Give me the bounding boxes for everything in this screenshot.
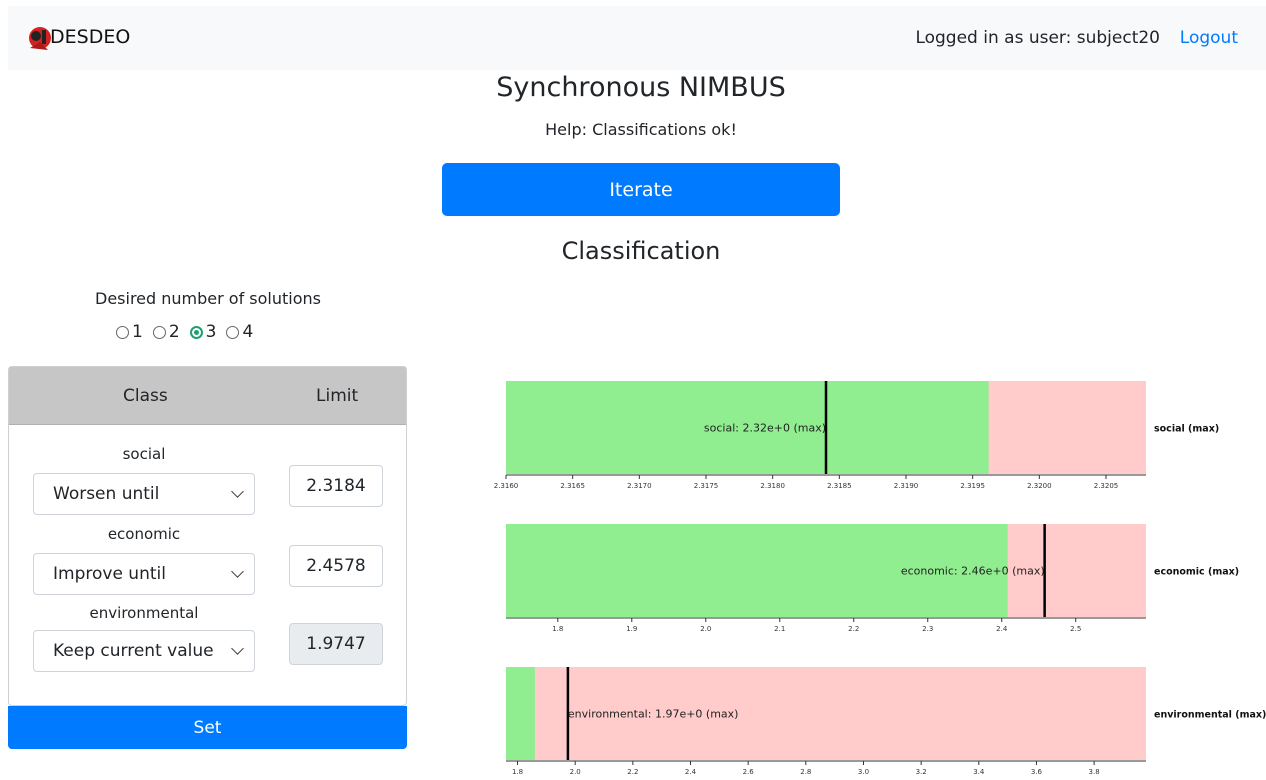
environmental-tick-label: 2.8: [800, 768, 811, 776]
environmental-bar-improve[interactable]: [506, 667, 535, 760]
economic-tick-label: 1.9: [626, 625, 637, 633]
economic-tick-label: 2.3: [922, 625, 933, 633]
economic-tick-label: 2.1: [774, 625, 785, 633]
social-tick-label: 2.3205: [1094, 482, 1119, 490]
environmental-tick-label: 3.2: [916, 768, 927, 776]
social-tick-label: 2.3180: [760, 482, 785, 490]
environmental-bar-label: environmental: 1.97e+0 (max): [568, 708, 739, 721]
economic-tick-label: 2.4: [996, 625, 1008, 633]
environmental-tick-label: 2.4: [685, 768, 697, 776]
economic-tick-label: 2.2: [848, 625, 859, 633]
environmental-tick-label: 3.8: [1089, 768, 1100, 776]
economic-tick-label: 1.8: [552, 625, 563, 633]
environmental-tick-label: 2.0: [570, 768, 581, 776]
environmental-tick-label: 2.2: [627, 768, 638, 776]
social-tick-label: 2.3195: [960, 482, 985, 490]
economic-bar-label: economic: 2.46e+0 (max): [901, 565, 1045, 578]
social-tick-label: 2.3185: [827, 482, 852, 490]
social-bar-label: social: 2.32e+0 (max): [704, 422, 826, 435]
environmental-tick-label: 3.6: [1031, 768, 1043, 776]
social-tick-label: 2.3165: [560, 482, 585, 490]
environmental-tick-label: 3.4: [973, 768, 985, 776]
social-tick-label: 2.3160: [494, 482, 519, 490]
classification-charts: social: 2.32e+0 (max) 2.3160 2.3165 2.3170 2…: [494, 381, 1266, 776]
social-tick-label: 2.3190: [894, 482, 919, 490]
environmental-tick-label: 3.0: [858, 768, 869, 776]
social-side-label: social (max): [1154, 424, 1219, 435]
environmental-tick-label: 2.6: [743, 768, 755, 776]
social-tick-label: 2.3200: [1027, 482, 1052, 490]
environmental-tick-label: 1.8: [512, 768, 523, 776]
economic-tick-label: 2.5: [1070, 625, 1081, 633]
economic-side-label: economic (max): [1154, 567, 1239, 578]
environmental-side-label: environmental (max): [1154, 710, 1266, 721]
social-tick-label: 2.3175: [694, 482, 719, 490]
social-tick-label: 2.3170: [627, 482, 652, 490]
economic-tick-label: 2.0: [700, 625, 711, 633]
